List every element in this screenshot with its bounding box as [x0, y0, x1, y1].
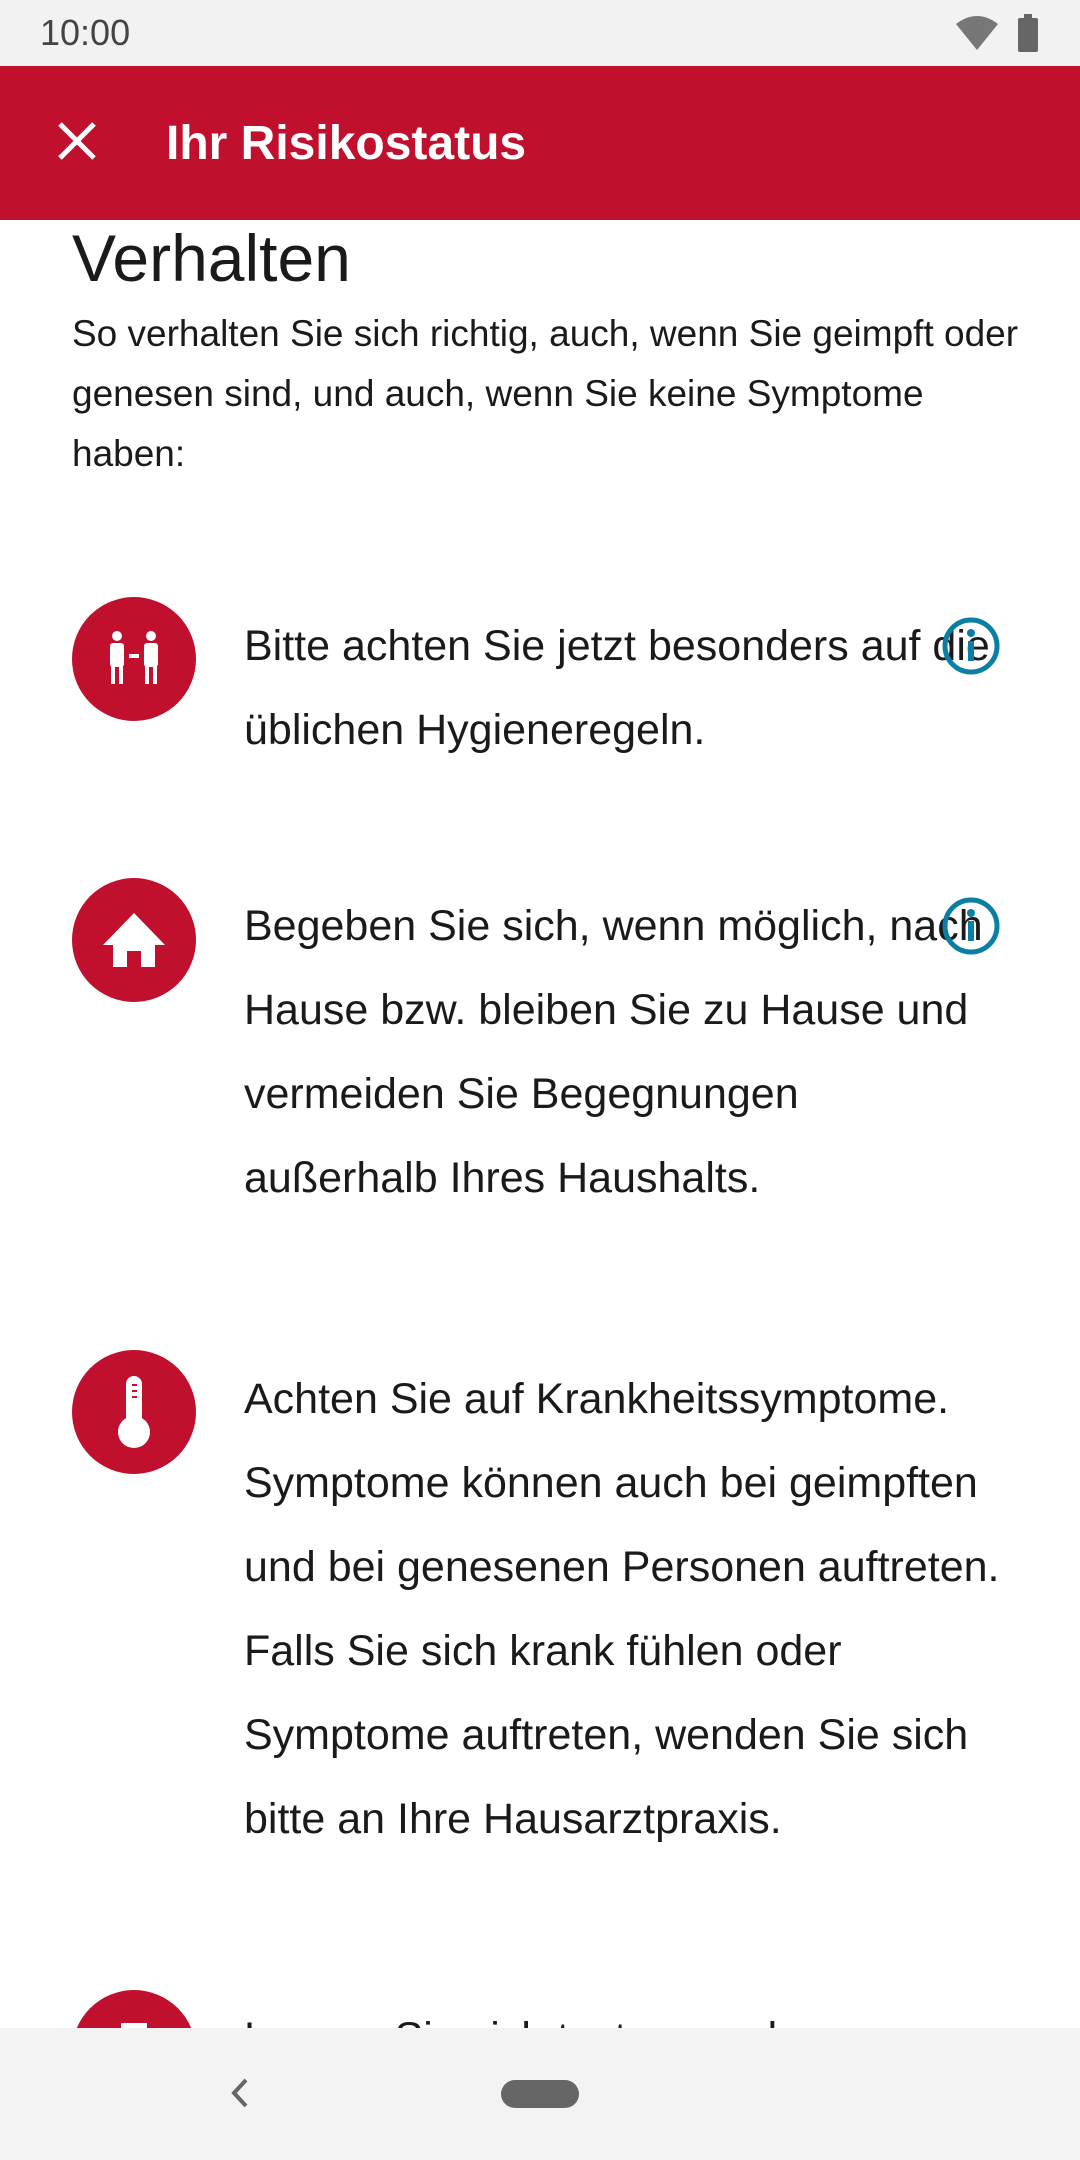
thermometer-icon	[72, 1350, 196, 1474]
battery-icon	[1018, 14, 1038, 52]
intro-text: So verhalten Sie sich richtig, auch, wen…	[72, 313, 1019, 474]
home-pill-icon[interactable]	[501, 2080, 579, 2108]
home-icon	[72, 878, 196, 1002]
item-text: Lassen Sie sich testen, auch	[244, 1996, 1004, 2028]
close-icon[interactable]	[52, 116, 102, 166]
test-tube-icon	[72, 1990, 196, 2028]
info-icon[interactable]	[941, 616, 1001, 676]
app-bar: Ihr Risikostatus	[0, 66, 1080, 220]
item-text: Begeben Sie sich, wenn möglich, nach Hau…	[244, 902, 983, 1202]
item-text: Achten Sie auf Krankheitssymptome. Sympt…	[244, 1375, 1000, 1843]
item-text: Bitte achten Sie jetzt besonders auf die…	[244, 622, 990, 754]
wifi-icon	[956, 16, 998, 50]
status-bar: 10:00	[0, 0, 1080, 66]
back-icon[interactable]	[220, 2068, 260, 2118]
content-scroll[interactable]: Verhalten So verhalten Sie sich richtig,…	[0, 220, 1080, 2028]
info-icon[interactable]	[941, 896, 1001, 956]
status-time: 10:00	[40, 12, 131, 53]
distance-people-icon	[72, 597, 196, 721]
app-title: Ihr Risikostatus	[166, 117, 527, 170]
navigation-bar	[0, 2028, 1080, 2160]
section-heading: Verhalten	[72, 221, 351, 295]
